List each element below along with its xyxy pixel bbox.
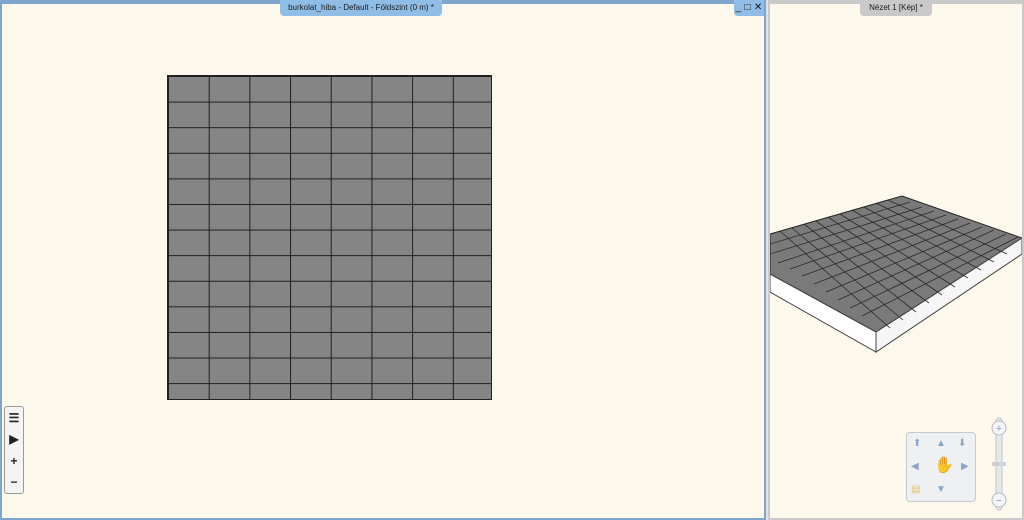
plan-view-tab[interactable]: burkolat_hiba - Default - Földszint (0 m… [280, 0, 442, 16]
side-toolbar: ☰ ▶ + − [4, 406, 24, 494]
zoom-slider[interactable]: + − [990, 414, 1008, 514]
hand-icon[interactable]: ✋ [934, 458, 954, 474]
navigation-pad: ⬆ ▲ ⬇ ◀ ✋ ▶ ▤ ▼ [906, 432, 976, 502]
tilt-up-icon[interactable]: ▲ [936, 439, 946, 449]
list-icon[interactable]: ☰ [9, 412, 20, 424]
arrow-down-icon[interactable]: ⬇ [958, 439, 966, 449]
zoom-out-button[interactable]: − [10, 476, 17, 488]
minimize-button[interactable]: _ [736, 3, 742, 13]
arrow-up-icon[interactable]: ⬆ [913, 439, 921, 449]
maximize-button[interactable]: □ [745, 3, 751, 13]
floor-tile-grid[interactable] [167, 75, 492, 400]
tilt-down-icon[interactable]: ▼ [936, 485, 946, 495]
3d-view-tab[interactable]: Nézet 1 [Kép] * [860, 0, 932, 16]
plan-view-pane[interactable]: burkolat_hiba - Default - Földszint (0 m… [0, 0, 766, 520]
arrow-left-icon[interactable]: ◀ [911, 462, 919, 472]
3d-floor-render[interactable] [770, 184, 1022, 364]
svg-text:+: + [996, 423, 1002, 435]
close-button[interactable]: ✕ [754, 3, 762, 13]
3d-view-pane[interactable]: Nézet 1 [Kép] * ⬆ ▲ ⬇ ◀ ✋ ▶ ▤ ▼ + − [768, 0, 1024, 520]
arrow-right-icon[interactable]: ▶ [961, 462, 969, 472]
play-icon[interactable]: ▶ [9, 433, 18, 445]
window-controls: _ □ ✕ [734, 0, 764, 16]
view-toggle-icon[interactable]: ▤ [911, 485, 920, 495]
svg-text:−: − [996, 495, 1002, 507]
zoom-in-button[interactable]: + [10, 455, 17, 467]
